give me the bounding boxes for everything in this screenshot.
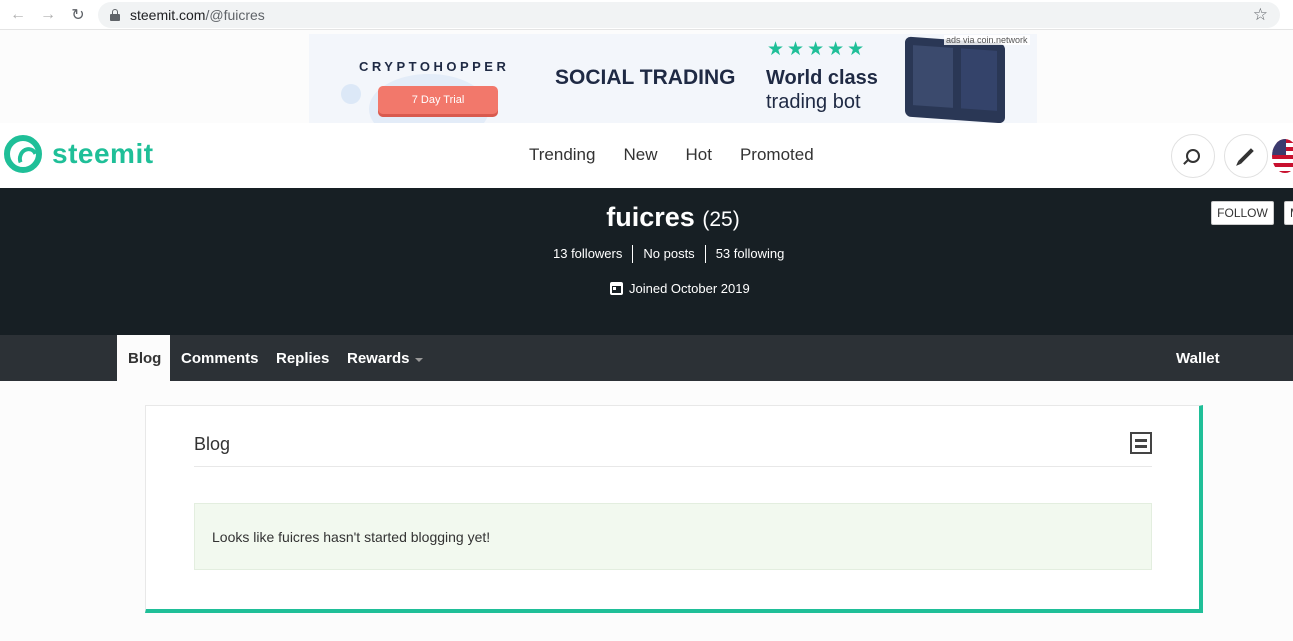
profile-stats: 13 followers No posts 53 following	[543, 245, 794, 263]
site-header: steemit Trending New Hot Promoted	[0, 123, 1293, 188]
mute-button[interactable]: MUTE	[1284, 201, 1293, 225]
ad-decoration-dot	[341, 84, 361, 104]
bookmark-star-icon[interactable]: ☆	[1253, 5, 1268, 25]
tab-rewards[interactable]: Rewards	[347, 335, 423, 381]
tab-rewards-label: Rewards	[347, 349, 410, 367]
steemit-logo-icon	[4, 135, 42, 173]
forward-arrow-icon[interactable]: →	[36, 3, 60, 27]
follow-button[interactable]: FOLLOW	[1211, 201, 1274, 225]
back-arrow-icon[interactable]: ←	[6, 3, 30, 27]
lock-icon	[110, 9, 120, 21]
submit-post-button[interactable]	[1224, 134, 1268, 178]
ad-device-image	[905, 36, 1005, 123]
address-bar[interactable]: steemit.com/@fuicres ☆	[98, 2, 1280, 28]
ad-tagline-bold: World class	[766, 67, 878, 89]
reputation-score: (25)	[702, 208, 740, 231]
url-text: steemit.com/@fuicres	[130, 7, 265, 23]
posts-count: No posts	[633, 245, 706, 263]
layout-toggle-icon[interactable]	[1130, 432, 1152, 454]
ad-banner[interactable]: CRYPTOHOPPER 7 Day Trial SOCIAL TRADING …	[309, 34, 1037, 123]
profile-banner: fuicres (25) 13 followers No posts 53 fo…	[0, 188, 1293, 335]
nav-trending[interactable]: Trending	[529, 145, 595, 165]
url-path: /@fuicres	[205, 7, 265, 23]
joined-text: Joined October 2019	[629, 281, 750, 296]
tab-wallet[interactable]: Wallet	[1176, 335, 1220, 381]
ad-brand: CRYPTOHOPPER	[359, 59, 510, 74]
search-icon	[1186, 149, 1200, 163]
nav-hot[interactable]: Hot	[685, 145, 711, 165]
tab-replies[interactable]: Replies	[276, 335, 329, 381]
nav-new[interactable]: New	[623, 145, 657, 165]
tab-comments[interactable]: Comments	[181, 335, 259, 381]
card-title: Blog	[194, 434, 231, 454]
empty-blog-notice: Looks like fuicres hasn't started bloggi…	[194, 503, 1152, 570]
nav-promoted[interactable]: Promoted	[740, 145, 814, 165]
user-avatar[interactable]	[1272, 139, 1293, 173]
profile-tabs: Blog Comments Replies Rewards Wallet	[0, 335, 1293, 381]
url-host: steemit.com	[130, 7, 206, 23]
ad-headline: SOCIAL TRADING	[555, 66, 736, 89]
joined-date: Joined October 2019	[610, 281, 750, 296]
divider	[194, 466, 1152, 467]
main-nav: Trending New Hot Promoted	[529, 145, 842, 165]
search-button[interactable]	[1171, 134, 1215, 178]
logo-text: steemit	[52, 138, 154, 169]
steemit-logo[interactable]: steemit	[4, 135, 154, 173]
ad-trial-button[interactable]: 7 Day Trial	[378, 86, 498, 114]
followers-count[interactable]: 13 followers	[543, 245, 634, 263]
tab-blog[interactable]: Blog	[117, 335, 170, 381]
ad-tagline: trading bot	[766, 91, 861, 113]
chevron-down-icon	[414, 357, 423, 362]
blog-card: Blog Looks like fuicres hasn't started b…	[145, 405, 1203, 613]
profile-name: fuicres	[606, 202, 695, 232]
calendar-icon	[610, 282, 623, 295]
following-count[interactable]: 53 following	[706, 245, 795, 263]
reload-icon[interactable]: ↻	[66, 3, 90, 27]
profile-name-line: fuicres (25)	[0, 202, 1293, 233]
pencil-icon	[1238, 148, 1254, 164]
ad-rating-stars-icon: ★★★★★	[767, 39, 868, 60]
ad-disclosure[interactable]: ads via coin.network	[944, 35, 1030, 45]
browser-toolbar: ← → ↻ steemit.com/@fuicres ☆	[0, 0, 1293, 30]
